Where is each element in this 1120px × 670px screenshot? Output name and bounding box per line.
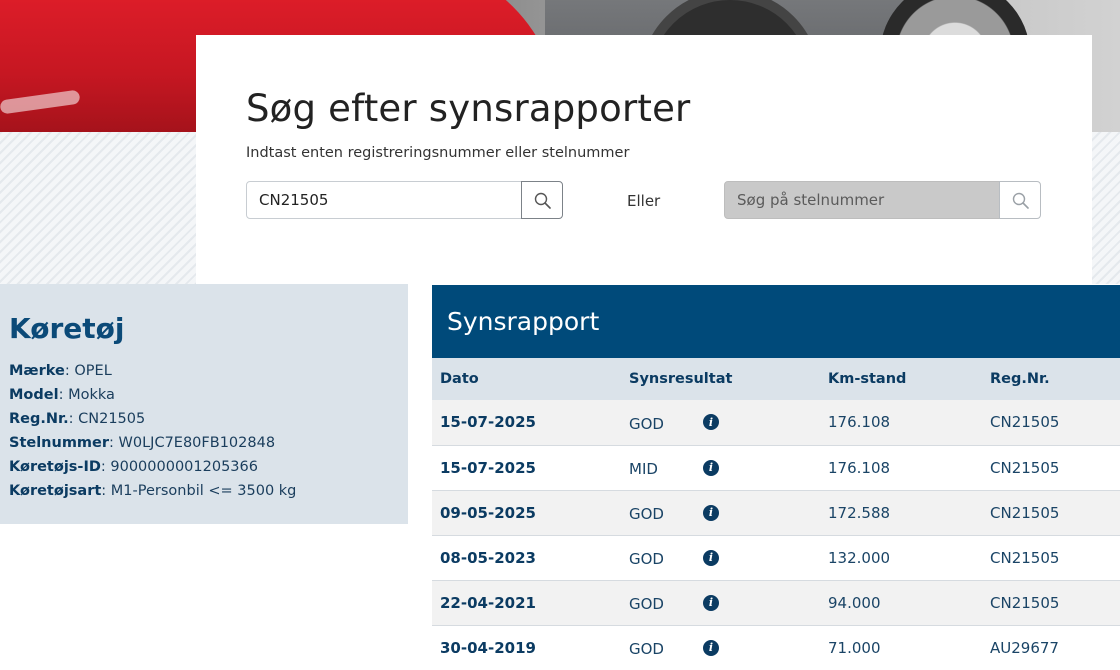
cell-date: 08-05-2023 — [440, 548, 536, 567]
result-text: GOD — [629, 550, 664, 568]
vehicle-reg-number: Reg.Nr.: CN21505 — [9, 411, 146, 427]
reg-search-button[interactable] — [521, 181, 563, 219]
search-icon — [1012, 192, 1029, 209]
field-label: Køretøjs-ID — [9, 459, 101, 475]
info-icon[interactable]: i — [703, 549, 719, 566]
table-row[interactable]: 22-04-2021 GOD i 94.000 CN21505 — [432, 580, 1120, 625]
vehicle-chassis-number: Stelnummer: W0LJC7E80FB102848 — [9, 435, 276, 451]
cell-reg: CN21505 — [990, 503, 1060, 522]
cell-km: 176.108 — [828, 458, 891, 477]
report-table: Dato Synsresultat Km-stand Reg.Nr. 15-07… — [432, 358, 1120, 670]
field-label: Mærke — [9, 363, 65, 379]
vehicle-make: Mærke: OPEL — [9, 363, 112, 379]
info-icon[interactable]: i — [703, 459, 719, 476]
result-text: GOD — [629, 414, 664, 433]
field-value: Mokka — [68, 387, 115, 403]
cell-km: 172.588 — [828, 503, 891, 522]
cell-result: GOD i — [621, 400, 820, 445]
field-label: Køretøjsart — [9, 483, 102, 499]
info-icon[interactable]: i — [703, 594, 719, 611]
field-value: M1-Personbil <= 3500 kg — [110, 483, 297, 499]
column-header-km: Km-stand — [828, 371, 907, 387]
result-text: GOD — [629, 505, 664, 523]
result-text: GOD — [629, 595, 664, 613]
column-header-reg: Reg.Nr. — [990, 371, 1050, 387]
result-text: GOD — [629, 640, 664, 658]
chassis-number-input[interactable] — [724, 181, 1000, 219]
info-icon[interactable]: i — [703, 414, 719, 431]
info-icon[interactable]: i — [703, 504, 719, 521]
field-label: Model — [9, 387, 59, 403]
or-label: Eller — [627, 192, 661, 210]
column-header-date: Dato — [440, 371, 479, 387]
cell-result: GOD i — [621, 490, 820, 535]
cell-date: 09-05-2025 — [440, 503, 536, 522]
table-row[interactable]: 15-07-2025 MID i 176.108 CN21505 — [432, 445, 1120, 490]
cell-result: GOD i — [621, 580, 820, 625]
search-card: Søg efter synsrapporter Indtast enten re… — [196, 35, 1092, 284]
report-heading: Synsrapport — [432, 285, 1120, 358]
cell-date: 15-07-2025 — [440, 413, 536, 432]
field-value: 9000000001205366 — [110, 459, 258, 475]
reg-number-input[interactable] — [246, 181, 522, 219]
cell-date: 15-07-2025 — [440, 458, 536, 477]
vehicle-type: Køretøjsart: M1-Personbil <= 3500 kg — [9, 483, 297, 499]
column-header-result: Synsresultat — [629, 371, 733, 387]
vehicle-panel: Køretøj Mærke: OPEL Model: Mokka Reg.Nr.… — [0, 284, 408, 524]
page: Søg efter synsrapporter Indtast enten re… — [0, 0, 1120, 670]
vehicle-details: Mærke: OPEL Model: Mokka Reg.Nr.: CN2150… — [9, 359, 296, 503]
cell-reg: AU29677 — [990, 638, 1059, 657]
cell-reg: CN21505 — [990, 593, 1060, 612]
info-icon[interactable]: i — [703, 639, 719, 656]
cell-km: 71.000 — [828, 638, 881, 657]
field-value: CN21505 — [78, 411, 146, 427]
vehicle-id: Køretøjs-ID: 9000000001205366 — [9, 459, 258, 475]
cell-date: 30-04-2019 — [440, 638, 536, 657]
cell-result: GOD i — [621, 535, 820, 580]
cell-km: 132.000 — [828, 548, 891, 567]
result-text: MID — [629, 460, 658, 478]
page-title: Søg efter synsrapporter — [246, 87, 691, 130]
cell-result: GOD i — [621, 625, 820, 670]
report-panel: Synsrapport Dato Synsresultat Km-stand R… — [432, 285, 1120, 670]
vehicle-heading: Køretøj — [9, 312, 125, 345]
table-row[interactable]: 08-05-2023 GOD i 132.000 CN21505 — [432, 535, 1120, 580]
cell-km: 94.000 — [828, 593, 881, 612]
search-icon — [534, 192, 551, 209]
cell-date: 22-04-2021 — [440, 593, 536, 612]
table-row[interactable]: 30-04-2019 GOD i 71.000 AU29677 — [432, 625, 1120, 670]
cell-km: 176.108 — [828, 413, 891, 432]
field-value: W0LJC7E80FB102848 — [118, 435, 276, 451]
field-label: Reg.Nr. — [9, 411, 69, 427]
table-row[interactable]: 09-05-2025 GOD i 172.588 CN21505 — [432, 490, 1120, 535]
cell-result: MID i — [621, 445, 820, 490]
table-header-row: Dato Synsresultat Km-stand Reg.Nr. — [432, 358, 1120, 400]
cell-reg: CN21505 — [990, 413, 1060, 432]
field-label: Stelnummer — [9, 435, 110, 451]
vehicle-model: Model: Mokka — [9, 387, 115, 403]
table-row[interactable]: 15-07-2025 GOD i 176.108 CN21505 — [432, 400, 1120, 445]
cell-reg: CN21505 — [990, 458, 1060, 477]
search-instructions: Indtast enten registreringsnummer eller … — [246, 145, 630, 161]
chassis-search-button[interactable] — [999, 181, 1041, 219]
cell-reg: CN21505 — [990, 548, 1060, 567]
field-value: OPEL — [74, 363, 112, 379]
